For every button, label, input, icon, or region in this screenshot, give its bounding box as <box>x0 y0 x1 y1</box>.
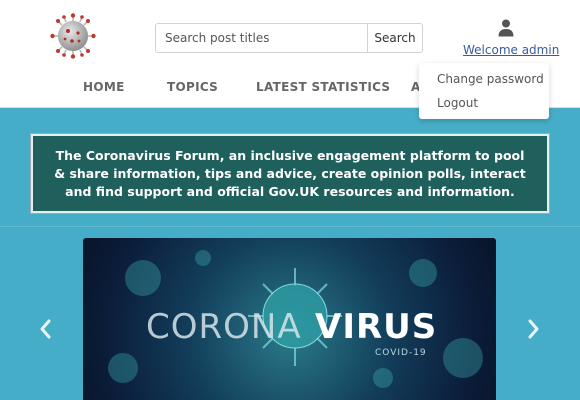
slide-subtitle: COVID-19 <box>375 348 427 358</box>
welcome-user-link[interactable]: Welcome admin <box>463 43 559 57</box>
user-dropdown-menu: Change password Logout <box>419 63 549 119</box>
search-input[interactable] <box>155 23 367 53</box>
carousel-slide-image: CORONA VIRUS COVID-19 <box>83 238 496 400</box>
banner-text: The Coronavirus Forum, an inclusive enga… <box>54 147 526 199</box>
slide-title-bold: VIRUS <box>315 307 437 347</box>
nav-item-latest-statistics[interactable]: LATEST STATISTICS <box>256 80 390 94</box>
search-button[interactable]: Search <box>367 23 423 53</box>
user-icon[interactable] <box>498 19 514 37</box>
coronavirus-slide-graphic: CORONA VIRUS COVID-19 <box>108 250 483 388</box>
nav-item-home[interactable]: HOME <box>83 80 125 94</box>
search-bar: Search <box>155 23 423 53</box>
nav-item-topics[interactable]: TOPICS <box>167 80 218 94</box>
change-password-link[interactable]: Change password <box>437 72 544 86</box>
intro-banner: The Coronavirus Forum, an inclusive enga… <box>30 133 550 214</box>
chevron-left-icon[interactable] <box>38 318 52 340</box>
coronavirus-logo-icon[interactable] <box>50 13 96 59</box>
logout-link[interactable]: Logout <box>437 96 478 110</box>
chevron-right-icon[interactable] <box>527 318 541 340</box>
section-divider <box>0 226 580 227</box>
slide-title-light: CORONA <box>146 307 302 347</box>
